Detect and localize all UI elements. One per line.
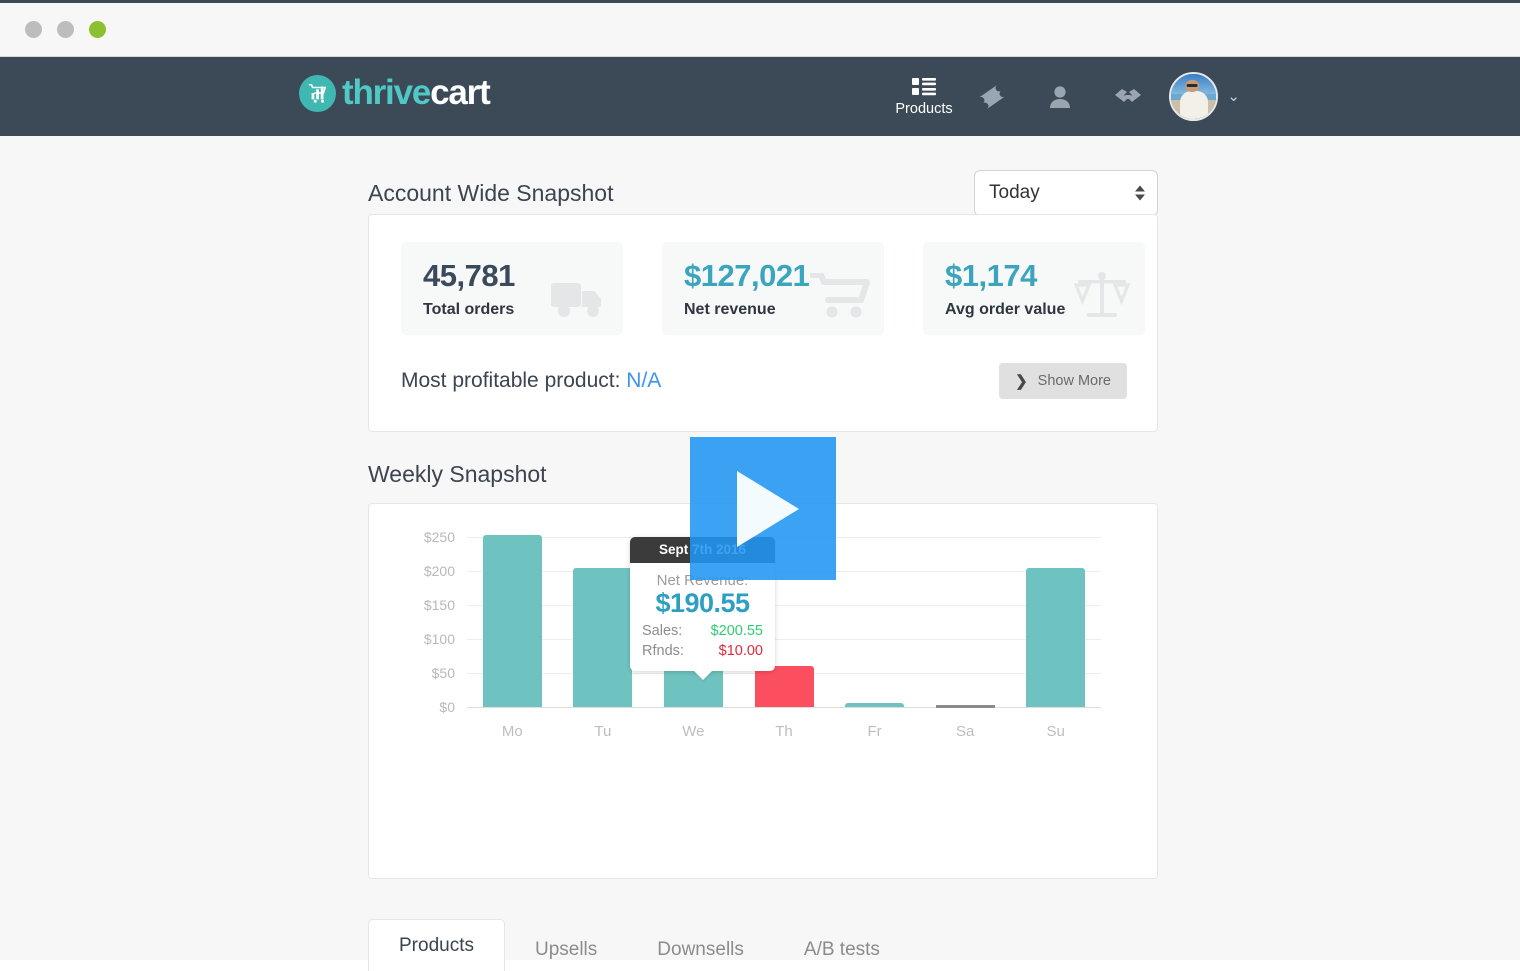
stepper-arrows-icon bbox=[1135, 186, 1145, 201]
most-profitable-product-text: Most profitable product: N/A bbox=[401, 369, 661, 393]
chevron-right-icon: ❯ bbox=[1015, 372, 1028, 390]
tooltip-row-sales: Sales: $200.55 bbox=[640, 623, 765, 639]
nav-item-affiliates[interactable] bbox=[1103, 57, 1153, 136]
window-close-button[interactable] bbox=[25, 21, 42, 38]
most-profitable-product-row: Most profitable product: N/A ❯ Show More bbox=[401, 363, 1127, 399]
chevron-down-icon[interactable]: ⌄ bbox=[1227, 89, 1240, 104]
stat-card-total-orders: 45,781 Total orders bbox=[401, 242, 623, 335]
stat-card-net-revenue: $127,021 Net revenue bbox=[662, 242, 884, 335]
nav-item-products-label: Products bbox=[895, 101, 952, 117]
logo-mark-icon bbox=[299, 75, 336, 112]
tooltip-pointer bbox=[693, 670, 713, 680]
tooltip-refunds-label: Rfnds: bbox=[642, 643, 684, 659]
list-icon bbox=[912, 77, 936, 97]
nav-item-customers[interactable] bbox=[1035, 57, 1085, 136]
stat-cards-row: 45,781 Total orders $127,021 Net revenue bbox=[401, 242, 1145, 335]
window-maximize-button[interactable] bbox=[89, 21, 106, 38]
video-play-overlay[interactable] bbox=[690, 437, 836, 580]
avatar-shirt bbox=[1180, 91, 1208, 119]
tab-ab-tests-label: A/B tests bbox=[804, 939, 880, 961]
triangle-up-icon bbox=[1135, 186, 1145, 192]
chart-bar[interactable] bbox=[755, 666, 814, 707]
tooltip-refunds-value: $10.00 bbox=[719, 643, 763, 659]
top-navigation-bar: thrivecart Products bbox=[0, 57, 1520, 136]
triangle-down-icon bbox=[1135, 195, 1145, 201]
account-snapshot-panel: 45,781 Total orders $127,021 Net revenue bbox=[368, 214, 1158, 432]
chart-x-tick-label: Fr bbox=[845, 723, 905, 740]
chart-y-tick-label: $100 bbox=[399, 631, 455, 647]
weekly-snapshot-title: Weekly Snapshot bbox=[368, 461, 547, 488]
chart-x-tick-label: Tu bbox=[573, 723, 633, 740]
chart-x-tick-label: Su bbox=[1026, 723, 1086, 740]
browser-window-chrome bbox=[0, 0, 1520, 57]
chart-gridline bbox=[467, 605, 1101, 606]
truck-icon bbox=[551, 277, 609, 319]
person-icon bbox=[1049, 85, 1071, 109]
chart-y-tick-label: $50 bbox=[399, 665, 455, 681]
scales-icon bbox=[1073, 271, 1131, 319]
chart-y-tick-label: $200 bbox=[399, 563, 455, 579]
tooltip-netrevenue-value: $190.55 bbox=[640, 588, 765, 619]
chart-bar[interactable] bbox=[483, 535, 542, 707]
tab-upsells-label: Upsells bbox=[535, 939, 597, 961]
user-account-menu[interactable]: ⌄ bbox=[1169, 57, 1240, 136]
window-top-edge bbox=[0, 0, 1520, 3]
chart-bar[interactable] bbox=[936, 705, 995, 708]
chart-bar[interactable] bbox=[573, 568, 632, 707]
logo-wordmark: thrivecart bbox=[342, 73, 490, 113]
chart-gridline bbox=[467, 639, 1101, 640]
tab-products[interactable]: Products bbox=[368, 919, 505, 971]
chart-y-tick-label: $150 bbox=[399, 597, 455, 613]
chart-x-tick-label: Mo bbox=[482, 723, 542, 740]
avatar-sunglasses bbox=[1187, 84, 1198, 87]
nav-item-products[interactable]: Products bbox=[899, 57, 949, 136]
cart-icon bbox=[810, 273, 870, 319]
tooltip-sales-value: $200.55 bbox=[711, 623, 763, 639]
chart-axis-line bbox=[467, 707, 1101, 708]
tab-upsells[interactable]: Upsells bbox=[505, 929, 627, 971]
tooltip-sales-label: Sales: bbox=[642, 623, 682, 639]
dashboard-page: Account Wide Snapshot Today 45,781 Total… bbox=[0, 136, 1520, 960]
nav-item-coupons[interactable] bbox=[967, 57, 1017, 136]
stat-card-avg-order-value: $1,174 Avg order value bbox=[923, 242, 1145, 335]
content-tabs: Products Upsells Downsells A/B tests bbox=[368, 919, 910, 971]
most-profitable-product-value[interactable]: N/A bbox=[626, 369, 661, 392]
show-more-label: Show More bbox=[1038, 373, 1111, 389]
chart-x-tick-label: Th bbox=[754, 723, 814, 740]
account-snapshot-header: Account Wide Snapshot Today bbox=[368, 170, 1158, 216]
thrivecart-logo[interactable]: thrivecart bbox=[299, 73, 490, 113]
handshake-icon bbox=[1113, 86, 1143, 108]
date-range-select[interactable]: Today bbox=[974, 170, 1158, 216]
logo-word-cart: cart bbox=[430, 73, 489, 112]
date-range-value: Today bbox=[989, 182, 1040, 204]
chart-x-tick-label: Sa bbox=[935, 723, 995, 740]
play-icon bbox=[737, 471, 799, 547]
tab-ab-tests[interactable]: A/B tests bbox=[774, 929, 910, 971]
chart-y-tick-label: $250 bbox=[399, 529, 455, 545]
chart-y-tick-label: $0 bbox=[399, 699, 455, 715]
logo-word-thrive: thrive bbox=[342, 73, 430, 112]
tab-products-label: Products bbox=[399, 935, 474, 957]
most-profitable-product-label: Most profitable product: bbox=[401, 369, 620, 392]
chart-bar[interactable] bbox=[845, 703, 904, 707]
show-more-button[interactable]: ❯ Show More bbox=[999, 363, 1127, 399]
avatar[interactable] bbox=[1169, 72, 1218, 121]
window-minimize-button[interactable] bbox=[57, 21, 74, 38]
tab-downsells-label: Downsells bbox=[657, 939, 744, 961]
ticket-icon bbox=[978, 84, 1006, 110]
tooltip-row-refunds: Rfnds: $10.00 bbox=[640, 643, 765, 659]
tab-downsells[interactable]: Downsells bbox=[627, 929, 774, 971]
chart-x-tick-label: We bbox=[663, 723, 723, 740]
page-title: Account Wide Snapshot bbox=[368, 180, 613, 207]
chart-bar[interactable] bbox=[1026, 568, 1085, 707]
